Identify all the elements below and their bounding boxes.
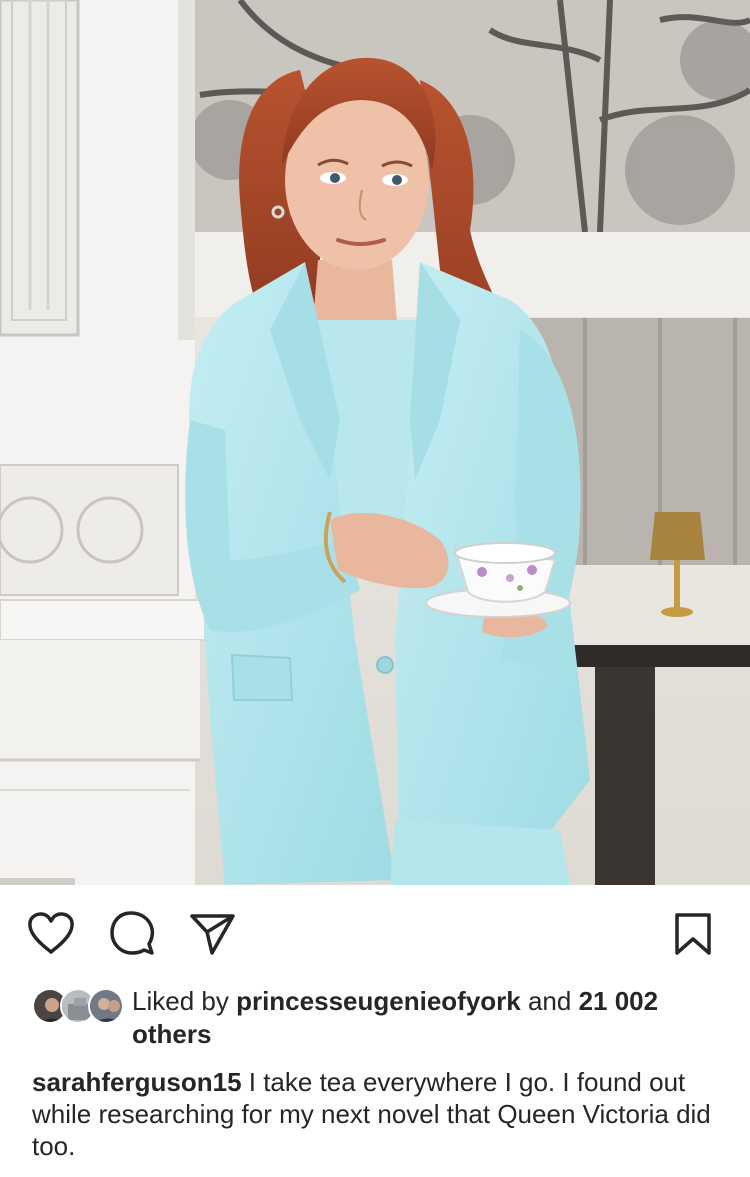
bookmark-icon bbox=[675, 913, 711, 955]
likes-connector: and bbox=[520, 986, 579, 1016]
send-icon bbox=[190, 914, 235, 955]
instagram-post: Liked by princesseugenieofyork and 21 00… bbox=[0, 0, 750, 1177]
likes-count[interactable]: 21 002 bbox=[579, 986, 659, 1016]
liker-username[interactable]: princesseugenieofyork bbox=[236, 986, 521, 1016]
comment-icon bbox=[110, 911, 155, 955]
save-button[interactable] bbox=[668, 911, 718, 957]
share-button[interactable] bbox=[187, 911, 237, 957]
post-photo[interactable] bbox=[0, 0, 750, 885]
caption-username[interactable]: sarahferguson15 bbox=[32, 1067, 242, 1097]
post-photo-illustration bbox=[0, 0, 750, 885]
post-action-bar bbox=[0, 885, 750, 985]
likes-prefix: Liked by bbox=[132, 986, 237, 1016]
post-caption: sarahferguson15 I take tea everywhere I … bbox=[32, 1066, 722, 1162]
likes-row: Liked by princesseugenieofyork and 21 00… bbox=[32, 985, 722, 1055]
comment-button[interactable] bbox=[107, 911, 157, 957]
like-button[interactable] bbox=[26, 911, 76, 957]
likes-others[interactable]: others bbox=[132, 1019, 211, 1049]
likes-text: Liked by princesseugenieofyork and 21 00… bbox=[132, 985, 722, 1051]
liker-avatars[interactable] bbox=[32, 988, 124, 1026]
avatar bbox=[88, 988, 124, 1024]
heart-icon bbox=[28, 912, 74, 954]
